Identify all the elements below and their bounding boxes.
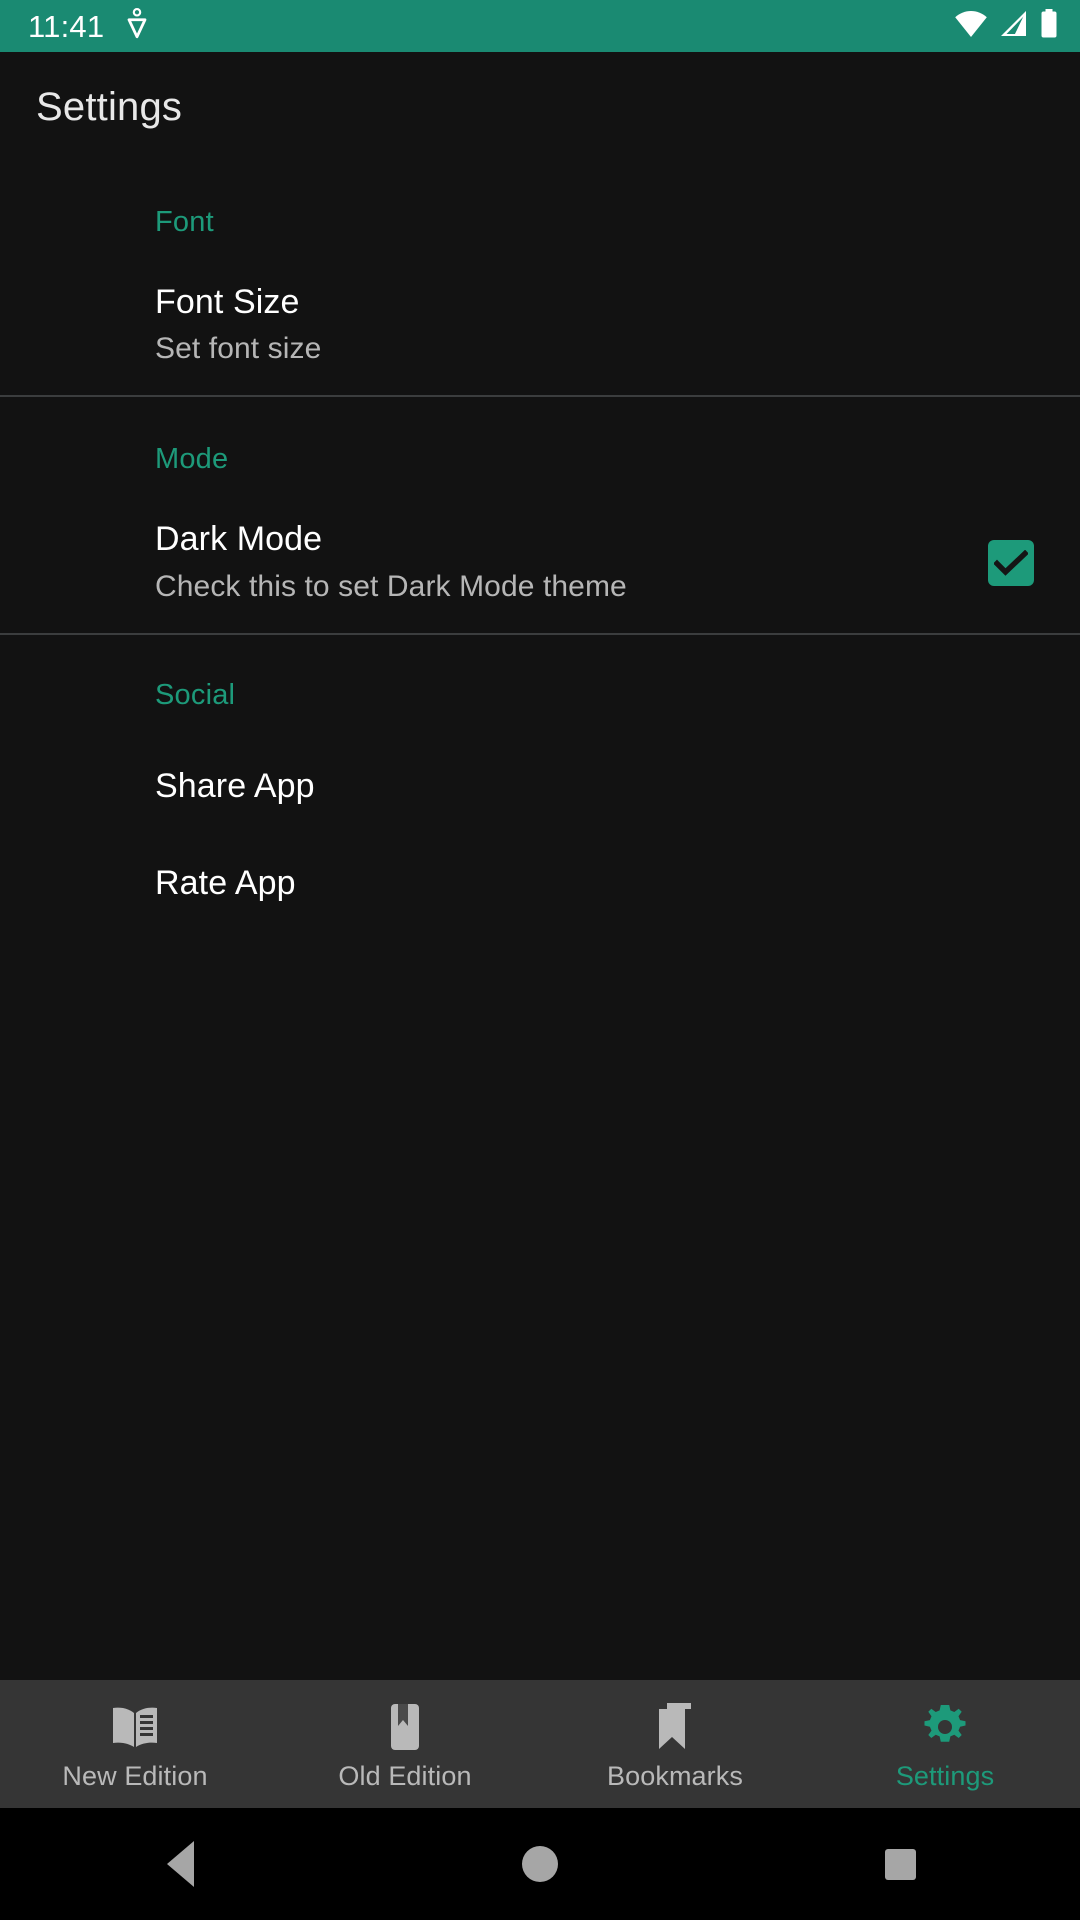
page-title: Settings xyxy=(36,84,183,129)
home-circle-icon xyxy=(522,1846,558,1882)
status-bar-notification-icons xyxy=(124,7,150,45)
status-bar: 11:41 xyxy=(0,0,1080,52)
category-header-mode: Mode xyxy=(155,443,229,476)
preference-title: Share App xyxy=(155,766,315,805)
battery-icon xyxy=(1040,8,1058,44)
preference-text: Share App xyxy=(155,766,1034,805)
preference-summary: Check this to set Dark Mode theme xyxy=(155,569,627,603)
preference-text: Font Size Set font size xyxy=(155,283,1034,367)
category-header-font: Font xyxy=(155,206,214,238)
preference-text: Rate App xyxy=(155,864,1034,903)
preference-summary: Set font size xyxy=(155,332,322,366)
system-home-button[interactable] xyxy=(360,1846,720,1882)
preference-title: Font Size xyxy=(155,283,300,321)
preference-widget[interactable] xyxy=(988,539,1034,586)
app-bar: Settings xyxy=(0,52,1080,162)
cellular-signal-icon xyxy=(999,10,1029,43)
preference-row-share-app[interactable]: Share App xyxy=(0,738,1080,835)
book-with-bookmark-icon xyxy=(384,1703,426,1751)
status-bar-clock: 11:41 xyxy=(28,8,105,44)
category-header-social: Social xyxy=(155,678,236,711)
system-back-button[interactable] xyxy=(0,1841,360,1887)
open-book-icon xyxy=(109,1703,161,1751)
bookmarks-icon xyxy=(653,1702,697,1751)
preference-group-font: Font Font Size Set font size xyxy=(0,162,1080,396)
settings-list[interactable]: Font Font Size Set font size Mode Dark M… xyxy=(0,162,1080,1680)
phone-screen: 11:41 Settings Font Font Size Set font s… xyxy=(0,0,1080,1920)
preference-title: Rate App xyxy=(155,864,296,903)
status-bar-system-icons xyxy=(954,8,1058,44)
preference-group-mode: Mode Dark Mode Check this to set Dark Mo… xyxy=(0,397,1080,633)
nav-item-label: Old Edition xyxy=(338,1760,472,1791)
nav-item-settings[interactable]: Settings xyxy=(810,1680,1080,1808)
system-navigation-bar xyxy=(0,1808,1080,1920)
nav-item-new-edition[interactable]: New Edition xyxy=(0,1680,270,1808)
dark-mode-checkbox[interactable] xyxy=(988,539,1034,586)
preference-row-font-size[interactable]: Font Size Set font size xyxy=(0,265,1080,395)
system-recents-button[interactable] xyxy=(720,1848,1080,1880)
gear-icon xyxy=(921,1703,969,1751)
nav-item-bookmarks[interactable]: Bookmarks xyxy=(540,1680,810,1808)
preference-row-rate-app[interactable]: Rate App xyxy=(0,835,1080,932)
bottom-navigation-bar: New Edition Old Edition Bookmarks Settin… xyxy=(0,1680,1080,1808)
location-pin-icon xyxy=(124,7,150,45)
back-triangle-icon xyxy=(166,1841,194,1887)
preference-row-dark-mode[interactable]: Dark Mode Check this to set Dark Mode th… xyxy=(0,502,1080,632)
wifi-icon xyxy=(954,10,988,43)
nav-item-label: Bookmarks xyxy=(607,1760,743,1791)
preference-title: Dark Mode xyxy=(155,520,323,559)
preference-text: Dark Mode Check this to set Dark Mode th… xyxy=(155,520,964,604)
preference-group-social: Social Share App Rate App xyxy=(0,634,1080,933)
nav-item-old-edition[interactable]: Old Edition xyxy=(270,1680,540,1808)
nav-item-label: Settings xyxy=(895,1760,995,1791)
nav-item-label: New Edition xyxy=(62,1760,208,1791)
checkmark-icon xyxy=(994,549,1028,576)
recents-square-icon xyxy=(884,1848,916,1880)
